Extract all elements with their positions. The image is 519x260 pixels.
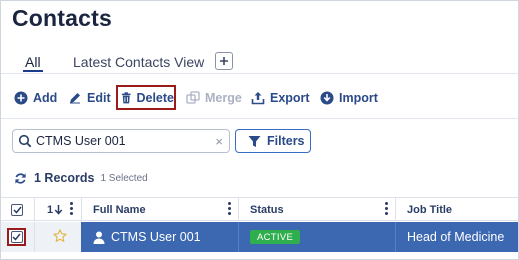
table-row[interactable]: CTMS User 001 ACTIVE Head of Medicine: [1, 222, 518, 252]
delete-label: Delete: [136, 90, 174, 105]
grid-header: 1 Full Name Status Job Title: [1, 197, 518, 221]
full-name-cell[interactable]: CTMS User 001: [93, 222, 201, 252]
tabs-divider: [1, 73, 518, 74]
search-input[interactable]: [36, 134, 204, 148]
export-icon: [251, 91, 265, 104]
column-divider: [238, 222, 239, 252]
add-view-button[interactable]: [215, 52, 233, 70]
select-all-cell: [11, 198, 23, 221]
status-badge: ACTIVE: [250, 230, 301, 244]
checkmark-icon: [12, 233, 21, 241]
import-label: Import: [339, 90, 378, 105]
export-label: Export: [270, 90, 310, 105]
add-circle-icon: [14, 91, 28, 104]
search-icon: [18, 134, 32, 148]
edit-label: Edit: [87, 90, 111, 105]
toolbar-divider: [1, 118, 518, 119]
filters-label: Filters: [267, 134, 305, 148]
tab-all[interactable]: All: [25, 54, 41, 70]
edit-button[interactable]: Edit: [68, 85, 111, 110]
pencil-icon: [70, 92, 80, 103]
records-count: 1 Records: [34, 171, 95, 185]
tab-latest-contacts-view[interactable]: Latest Contacts View: [73, 54, 204, 70]
selected-count: 1 Selected: [100, 172, 148, 184]
refresh-icon[interactable]: [14, 172, 27, 185]
sort-column-menu-icon[interactable]: [69, 202, 73, 216]
select-all-checkbox[interactable]: [11, 203, 23, 216]
full-name-column-menu-icon[interactable]: [227, 202, 231, 216]
full-name-value: CTMS User 001: [111, 230, 201, 244]
status-header[interactable]: Status: [250, 198, 284, 221]
checkmark-icon: [12, 206, 22, 214]
row-checkbox[interactable]: [10, 231, 23, 243]
column-divider: [34, 222, 35, 252]
job-title-cell: Head of Medicine: [407, 230, 505, 244]
status-column-menu-icon[interactable]: [384, 202, 388, 216]
import-icon: [320, 91, 334, 104]
trash-icon: [121, 91, 131, 103]
records-summary: 1 Records 1 Selected: [14, 171, 148, 185]
view-tabs: All Latest Contacts View: [1, 51, 518, 77]
column-divider: [395, 222, 396, 252]
merge-button[interactable]: Merge: [186, 85, 242, 110]
sort-order-header[interactable]: 1: [47, 198, 63, 221]
column-divider: [238, 198, 239, 221]
delete-button[interactable]: Delete: [116, 85, 176, 110]
search-box: ×: [12, 129, 230, 153]
toolbar: Add Edit Delete Merge Export Import: [1, 85, 518, 119]
star-icon[interactable]: [53, 229, 67, 243]
clear-search-icon[interactable]: ×: [215, 134, 223, 149]
filters-button[interactable]: Filters: [235, 129, 311, 153]
add-button[interactable]: Add: [14, 85, 57, 110]
full-name-header[interactable]: Full Name: [93, 198, 146, 221]
sort-order-label: 1: [47, 203, 54, 216]
merge-label: Merge: [205, 90, 242, 105]
row-checkbox-highlight: [7, 228, 26, 246]
merge-icon: [186, 90, 200, 104]
active-tab-indicator: [23, 70, 43, 72]
add-label: Add: [33, 90, 58, 105]
contacts-panel: Contacts All Latest Contacts View Add Ed…: [0, 0, 519, 260]
sort-down-arrow-icon: [54, 205, 63, 215]
column-divider: [34, 198, 35, 221]
column-divider: [395, 198, 396, 221]
person-icon: [93, 231, 105, 244]
job-title-header[interactable]: Job Title: [407, 198, 452, 221]
import-button[interactable]: Import: [320, 85, 378, 110]
filter-icon: [248, 135, 261, 147]
export-button[interactable]: Export: [251, 85, 310, 110]
plus-icon: [220, 57, 228, 65]
column-divider: [81, 198, 82, 221]
page-title: Contacts: [12, 5, 113, 31]
